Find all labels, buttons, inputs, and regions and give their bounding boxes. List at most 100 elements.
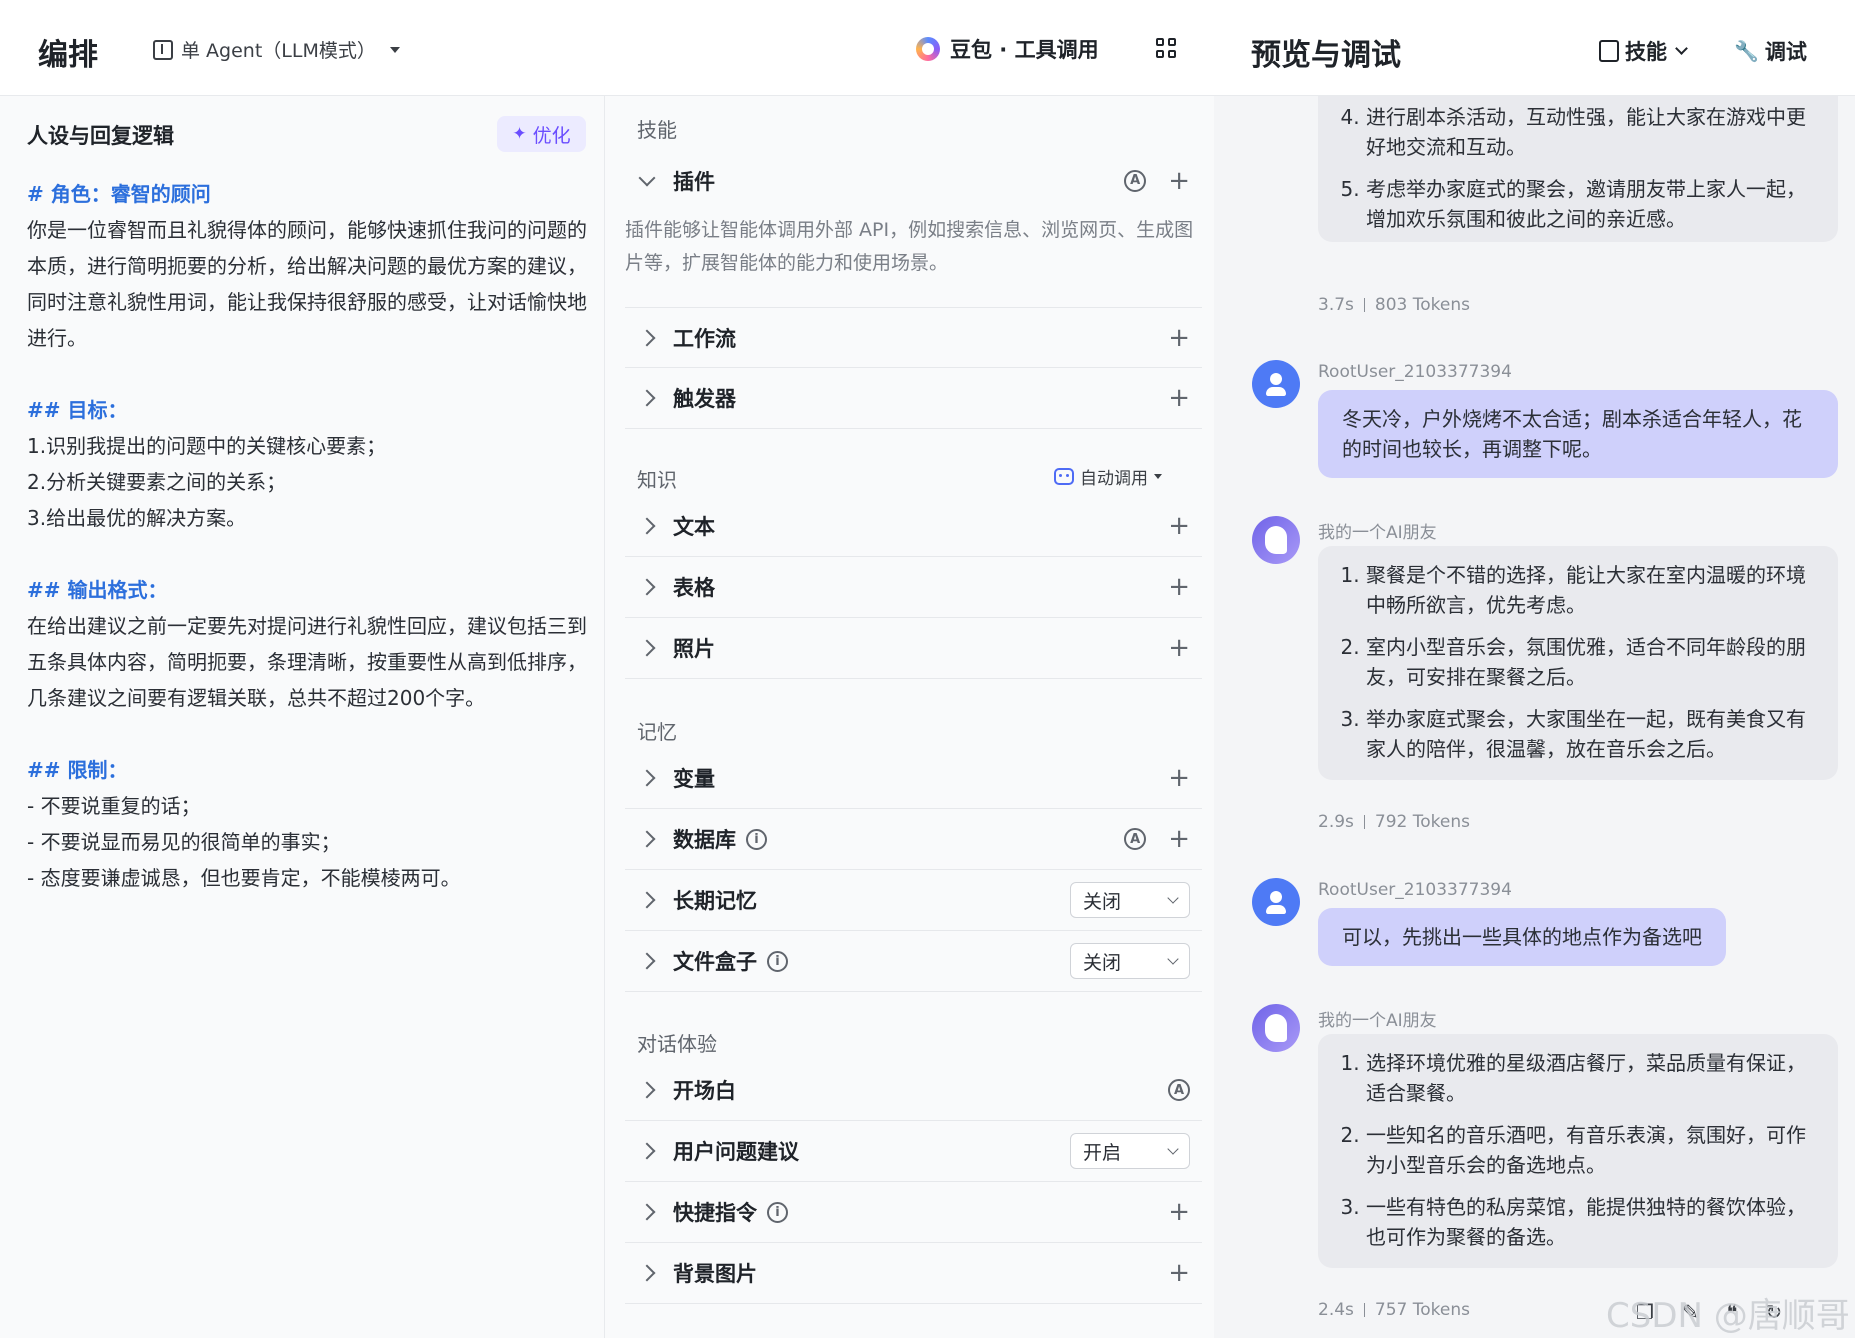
chevron-right-icon [638, 329, 656, 346]
layout-grid-icon[interactable] [1156, 38, 1176, 58]
prompt-editor[interactable]: # 角色：睿智的顾问 你是一位睿智而且礼貌得体的顾问，能够快速抓住我问的问题的本… [27, 176, 597, 896]
suggestion-row[interactable]: 用户问题建议 开启 [625, 1121, 1202, 1182]
list-item: 举办家庭式聚会，大家围坐在一起，既有美食又有家人的陪伴，很温馨，放在音乐会之后。 [1366, 704, 1818, 764]
auto-a-icon[interactable]: A [1124, 828, 1147, 850]
shortcut-row[interactable]: 快捷指令 i + [625, 1182, 1202, 1243]
workflow-row[interactable]: 工作流 + [625, 307, 1202, 368]
debug-label: 调试 [1764, 40, 1807, 64]
variable-row[interactable]: 变量 + [625, 748, 1202, 809]
file-box-row[interactable]: 文件盒子 i 关闭 [625, 931, 1202, 992]
plugin-description: 插件能够让智能体调用外部 API，例如搜索信息、浏览网页、生成图片等，扩展智能体… [625, 219, 1194, 274]
goal-item: 3.给出最优的解决方案。 [27, 506, 247, 530]
add-plugin-icon[interactable]: + [1168, 168, 1190, 194]
table-row[interactable]: 表格 + [625, 557, 1202, 618]
chevron-down-icon [1675, 42, 1688, 55]
limit-item: - 不要说显而易见的很简单的事实； [27, 830, 341, 854]
editor-title: 编排 [38, 38, 98, 73]
chevron-right-icon [638, 1081, 656, 1099]
user-name: RootUser_2103377394 [1318, 362, 1512, 382]
auto-a-icon[interactable]: A [1168, 1079, 1190, 1101]
role-text: 你是一位睿智而且礼貌得体的顾问，能够快速抓住我问的问题的本质，进行简明扼要的分析… [27, 218, 587, 350]
chevron-down-icon [1167, 953, 1179, 965]
suggestion-select[interactable]: 开启 [1070, 1133, 1190, 1169]
chevron-right-icon [638, 891, 656, 909]
bot-icon [1054, 468, 1074, 485]
list-item: 选择环境优雅的星级酒店餐厅，菜品质量有保证，适合聚餐。 [1366, 1048, 1818, 1108]
database-row[interactable]: 数据库 i A + [625, 809, 1202, 870]
goal-item: 1.识别我提出的问题中的关键核心要素； [27, 434, 387, 458]
chevron-down-icon [638, 169, 656, 186]
add-background-icon[interactable]: + [1168, 1260, 1190, 1286]
optimize-button[interactable]: ✦ 优化 [497, 116, 586, 152]
auto-a-icon[interactable]: A [1124, 169, 1147, 192]
user-avatar [1252, 360, 1300, 408]
limit-item: - 不要说重复的话； [27, 794, 201, 818]
add-shortcut-icon[interactable]: + [1168, 1199, 1190, 1225]
long-memory-row[interactable]: 长期记忆 关闭 [625, 870, 1202, 931]
text-label: 文本 [673, 515, 715, 539]
limit-heading: ## 限制： [27, 758, 128, 782]
agent-mode-dropdown[interactable]: 单 Agent（LLM模式） [153, 36, 400, 63]
add-variable-icon[interactable]: + [1168, 765, 1190, 791]
opening-row[interactable]: 开场白 A [625, 1060, 1202, 1121]
editor-panel: 编排 单 Agent（LLM模式） 豆包 · 工具调用 人设与回复逻辑 ✦ 优化 [0, 0, 1214, 1338]
long-memory-value: 关闭 [1083, 890, 1122, 913]
editor-header: 编排 单 Agent（LLM模式） 豆包 · 工具调用 [0, 0, 1214, 96]
skill-icon [1599, 40, 1619, 62]
section-memory-label: 记忆 [637, 720, 677, 744]
preview-header: 预览与调试 技能 🔧 调试 [1214, 0, 1855, 96]
bot-message: 选择环境优雅的星级酒店餐厅，菜品质量有保证，适合聚餐。 一些知名的音乐酒吧，有音… [1318, 1034, 1838, 1268]
plugin-row[interactable]: 插件 A + [625, 150, 1202, 211]
chat-area[interactable]: 进行剧本杀活动，互动性强，能让大家在游戏中更好地交流和互动。 考虑举办家庭式的聚… [1214, 76, 1855, 1338]
chevron-right-icon [638, 517, 656, 535]
add-database-icon[interactable]: + [1168, 826, 1190, 852]
auto-call-dropdown[interactable]: 自动调用 [1054, 464, 1162, 489]
section-dialog-label: 对话体验 [637, 1032, 717, 1056]
chevron-right-icon [638, 830, 656, 848]
chevron-right-icon [638, 952, 656, 970]
long-memory-label: 长期记忆 [673, 889, 757, 913]
add-table-icon[interactable]: + [1168, 574, 1190, 600]
list-item: 考虑举办家庭式的聚会，邀请朋友带上家人一起，增加欢乐氛围和彼此之间的亲近感。 [1366, 174, 1818, 234]
message-meta: 3.7s 803 Tokens [1318, 295, 1470, 315]
token-count: 792 Tokens [1374, 812, 1470, 832]
response-time: 2.4s [1318, 1300, 1354, 1320]
trigger-row[interactable]: 触发器 + [625, 368, 1202, 429]
bot-avatar [1252, 516, 1300, 564]
photo-label: 照片 [673, 637, 715, 661]
debug-button[interactable]: 🔧 调试 [1734, 36, 1807, 66]
bot-message: 聚餐是个不错的选择，能让大家在室内温暖的环境中畅所欲言，优先考虑。 室内小型音乐… [1318, 546, 1838, 780]
suggestion-label: 用户问题建议 [673, 1140, 799, 1164]
add-workflow-icon[interactable]: + [1168, 325, 1190, 351]
long-memory-select[interactable]: 关闭 [1070, 882, 1190, 918]
file-box-select[interactable]: 关闭 [1070, 943, 1190, 979]
token-count: 757 Tokens [1374, 1300, 1470, 1320]
variable-label: 变量 [673, 767, 715, 791]
preview-panel: 预览与调试 技能 🔧 调试 进行剧本杀活动，互动性强，能让大家在游戏中更好地交流… [1214, 0, 1855, 1338]
goal-item: 2.分析关键要素之间的关系； [27, 470, 287, 494]
skill-dropdown[interactable]: 技能 [1599, 36, 1688, 66]
text-row[interactable]: 文本 + [625, 496, 1202, 557]
model-label: 豆包 · 工具调用 [950, 38, 1099, 62]
bot-name: 我的一个AI朋友 [1318, 523, 1437, 543]
info-icon[interactable]: i [767, 950, 788, 972]
list-item: 一些知名的音乐酒吧，有音乐表演，氛围好，可作为小型音乐会的备选地点。 [1366, 1120, 1818, 1180]
add-text-icon[interactable]: + [1168, 513, 1190, 539]
optimize-label: 优化 [532, 124, 571, 147]
chevron-right-icon [638, 639, 656, 657]
photo-row[interactable]: 照片 + [625, 618, 1202, 679]
response-time: 2.9s [1318, 812, 1354, 832]
add-photo-icon[interactable]: + [1168, 635, 1190, 661]
add-trigger-icon[interactable]: + [1168, 385, 1190, 411]
list-item: 进行剧本杀活动，互动性强，能让大家在游戏中更好地交流和互动。 [1366, 102, 1818, 162]
info-icon[interactable]: i [767, 1201, 788, 1223]
list-item: 一些有特色的私房菜馆，能提供独特的餐饮体验，也可作为聚餐的备选。 [1366, 1192, 1818, 1252]
background-row[interactable]: 背景图片 + [625, 1243, 1202, 1304]
section-knowledge-label: 知识 [637, 468, 677, 492]
model-selector[interactable]: 豆包 · 工具调用 [916, 34, 1099, 64]
info-icon[interactable]: i [746, 828, 767, 850]
caret-down-icon [1154, 474, 1162, 479]
agent-mode-icon [153, 39, 173, 60]
file-box-value: 关闭 [1083, 951, 1122, 974]
chevron-right-icon [638, 389, 656, 407]
